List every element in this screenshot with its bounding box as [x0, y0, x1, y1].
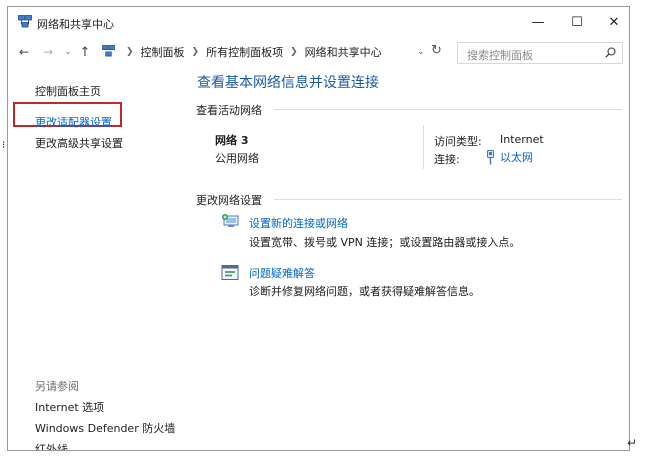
- refresh-button[interactable]: ↻: [431, 43, 442, 58]
- sidebar-link-advanced-sharing[interactable]: 更改高级共享设置: [35, 135, 123, 151]
- sidebar-link-adapter-settings[interactable]: 更改适配器设置: [35, 114, 112, 130]
- sidebar-link-infrared[interactable]: 红外线: [35, 441, 68, 450]
- back-button[interactable]: ←: [16, 43, 32, 61]
- breadcrumb-control-panel[interactable]: 控制面板: [141, 44, 185, 60]
- search-input[interactable]: 搜索控制面板: [457, 42, 623, 64]
- search-icon[interactable]: [605, 47, 616, 61]
- troubleshoot-link[interactable]: 问题疑难解答: [249, 265, 315, 281]
- window-title: 网络和共享中心: [37, 18, 114, 31]
- network-type: 公用网络: [215, 152, 259, 165]
- network-sharing-center-window: 网络和共享中心 — ☐ ✕ ← → ⌄ ↑ ❯ 控制面板 ❯ 所有控制面板项 ❯…: [7, 6, 630, 451]
- breadcrumb[interactable]: ❯ 控制面板 ❯ 所有控制面板项 ❯ 网络和共享中心: [98, 42, 450, 62]
- ethernet-connection-link[interactable]: 以太网: [486, 149, 533, 165]
- search-placeholder: 搜索控制面板: [467, 49, 533, 62]
- connection-label: 连接:: [434, 153, 460, 166]
- chevron-right-icon: ❯: [126, 47, 134, 57]
- close-button[interactable]: ✕: [597, 11, 629, 33]
- control-panel-icon: [102, 44, 115, 60]
- address-dropdown-button[interactable]: ⌄: [417, 47, 425, 57]
- title-bar: 网络和共享中心 — ☐ ✕: [8, 7, 629, 37]
- sidebar-link-firewall[interactable]: Windows Defender 防火墙: [35, 420, 175, 436]
- ethernet-connection-label: 以太网: [500, 151, 533, 164]
- change-settings-heading: 更改网络设置: [196, 194, 262, 207]
- access-type-value: Internet: [500, 133, 544, 146]
- network-divider: [423, 125, 424, 169]
- main-content: 查看基本网络信息并设置连接 查看活动网络 网络 3 公用网络 访问类型: Int…: [196, 67, 628, 450]
- breadcrumb-network-center[interactable]: 网络和共享中心: [305, 44, 382, 60]
- troubleshoot-desc: 诊断并修复网络问题，或者获得疑难解答信息。: [249, 285, 480, 298]
- page-title: 查看基本网络信息并设置连接: [197, 75, 379, 91]
- section-divider: [274, 109, 622, 110]
- ethernet-icon: [487, 149, 494, 164]
- see-also-heading: 另请参阅: [35, 380, 79, 393]
- forward-button[interactable]: →: [40, 43, 56, 61]
- return-arrow-icon: ↵: [627, 436, 638, 450]
- sidebar-link-home[interactable]: 控制面板主页: [35, 83, 101, 99]
- maximize-button[interactable]: ☐: [560, 11, 594, 33]
- new-connection-icon: [221, 213, 241, 234]
- setup-new-connection-desc: 设置宽带、拨号或 VPN 连接；或设置路由器或接入点。: [249, 236, 521, 249]
- up-button[interactable]: ↑: [77, 43, 93, 61]
- network-name: 网络 3: [215, 134, 249, 147]
- chevron-right-icon: ❯: [191, 47, 200, 57]
- sidebar-link-internet-options[interactable]: Internet 选项: [35, 399, 104, 415]
- troubleshoot-icon: [221, 264, 239, 285]
- page-edge-mark: ⁝: [2, 140, 6, 151]
- network-center-icon: [18, 15, 32, 31]
- active-networks-heading: 查看活动网络: [196, 104, 262, 117]
- address-toolbar: ← → ⌄ ↑ ❯ 控制面板 ❯ 所有控制面板项 ❯ 网络和共享中心 ⌄ ↻ 搜…: [8, 37, 629, 67]
- sidebar: 控制面板主页 更改适配器设置 更改高级共享设置 另请参阅 Internet 选项…: [8, 67, 186, 450]
- section-divider: [274, 199, 622, 200]
- breadcrumb-all-items[interactable]: 所有控制面板项: [206, 44, 283, 60]
- setup-new-connection-link[interactable]: 设置新的连接或网络: [249, 215, 348, 231]
- minimize-button[interactable]: —: [521, 11, 555, 33]
- recent-locations-button[interactable]: ⌄: [63, 43, 73, 61]
- access-type-label: 访问类型:: [434, 135, 482, 148]
- chevron-right-icon: ❯: [290, 47, 298, 57]
